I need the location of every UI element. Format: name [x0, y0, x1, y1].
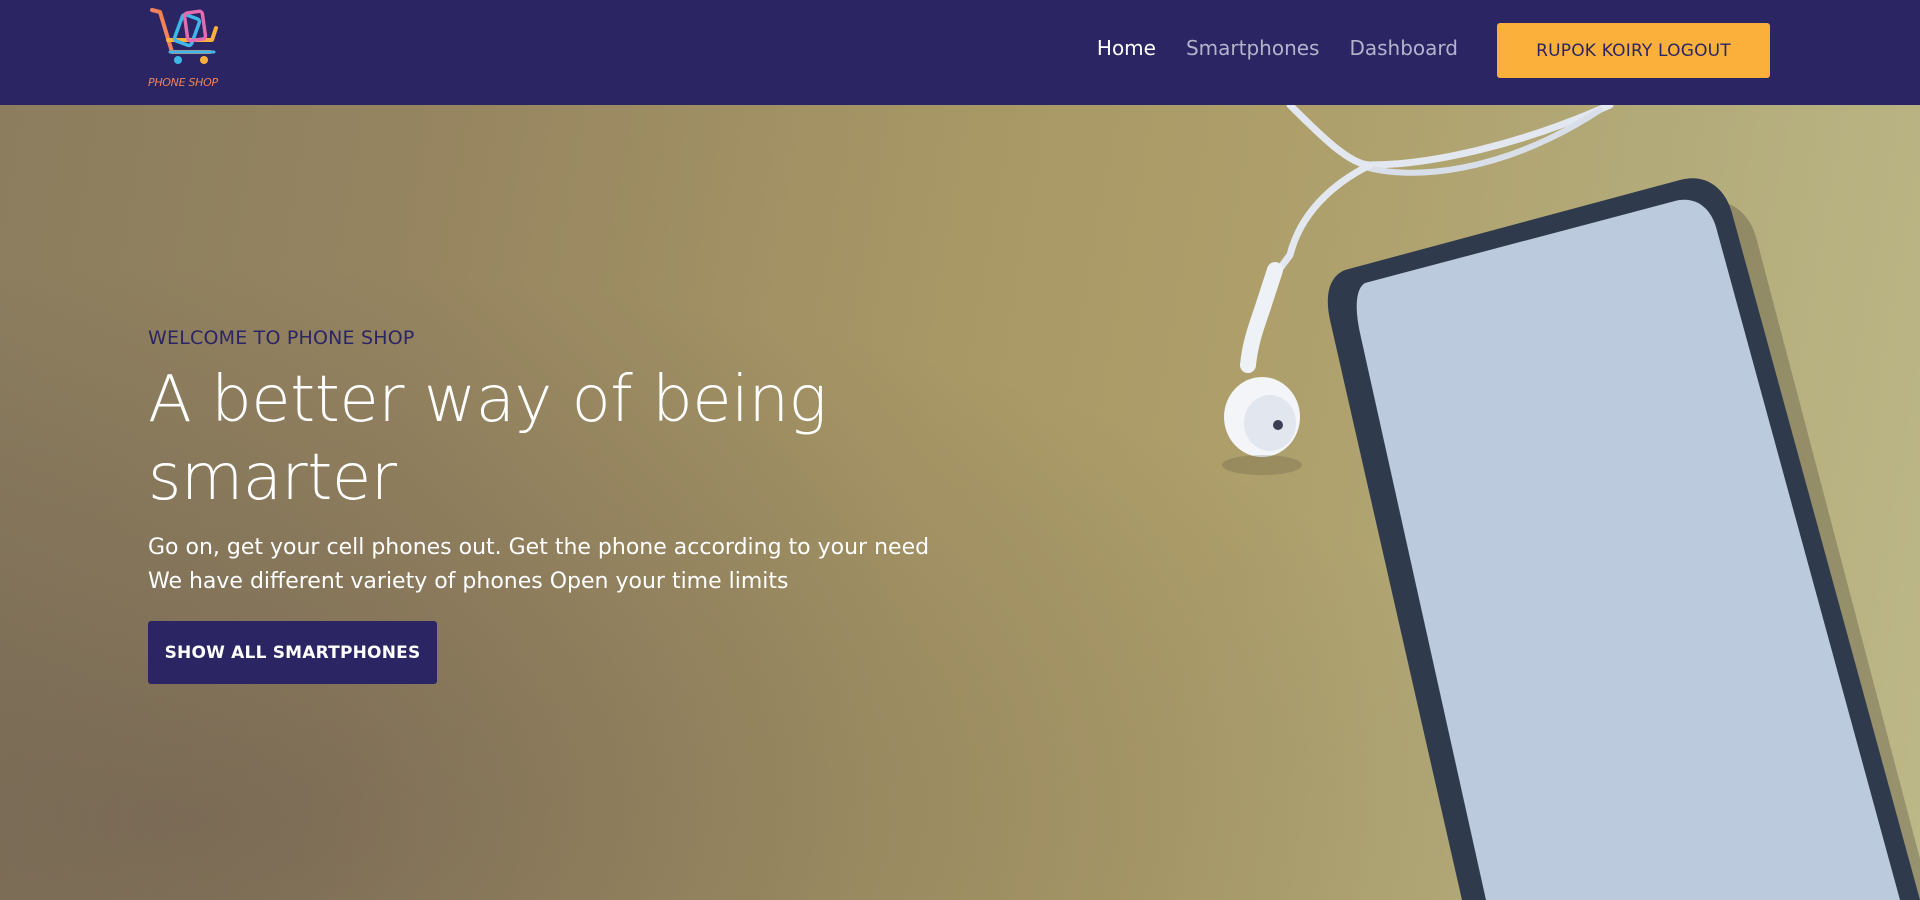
- logout-button[interactable]: RUPOK KOIRY LOGOUT: [1497, 23, 1770, 78]
- hero-headline: A better way of being smarter: [148, 363, 827, 515]
- shopping-cart-phone-icon: [150, 8, 218, 64]
- hero-subtitle: Go on, get your cell phones out. Get the…: [148, 531, 1048, 599]
- nav-dashboard[interactable]: Dashboard: [1349, 36, 1458, 60]
- show-all-smartphones-button[interactable]: SHOW ALL SMARTPHONES: [148, 621, 437, 684]
- nav-home[interactable]: Home: [1097, 36, 1156, 60]
- logo-text: PHONE SHOP: [148, 76, 218, 89]
- hero-subtitle-line-2: We have different variety of phones Open…: [148, 569, 789, 594]
- nav-smartphones[interactable]: Smartphones: [1186, 36, 1320, 60]
- navbar: PHONE SHOP Home Smartphones Dashboard RU…: [0, 0, 1920, 105]
- main-nav: Home Smartphones Dashboard: [1097, 36, 1458, 60]
- hero-section: WELCOME TO PHONE SHOP A better way of be…: [0, 105, 1920, 900]
- hero-content: WELCOME TO PHONE SHOP A better way of be…: [148, 327, 1048, 684]
- hero-eyebrow: WELCOME TO PHONE SHOP: [148, 327, 415, 349]
- phone-shop-logo[interactable]: PHONE SHOP: [148, 6, 228, 96]
- hero-subtitle-line-1: Go on, get your cell phones out. Get the…: [148, 535, 930, 560]
